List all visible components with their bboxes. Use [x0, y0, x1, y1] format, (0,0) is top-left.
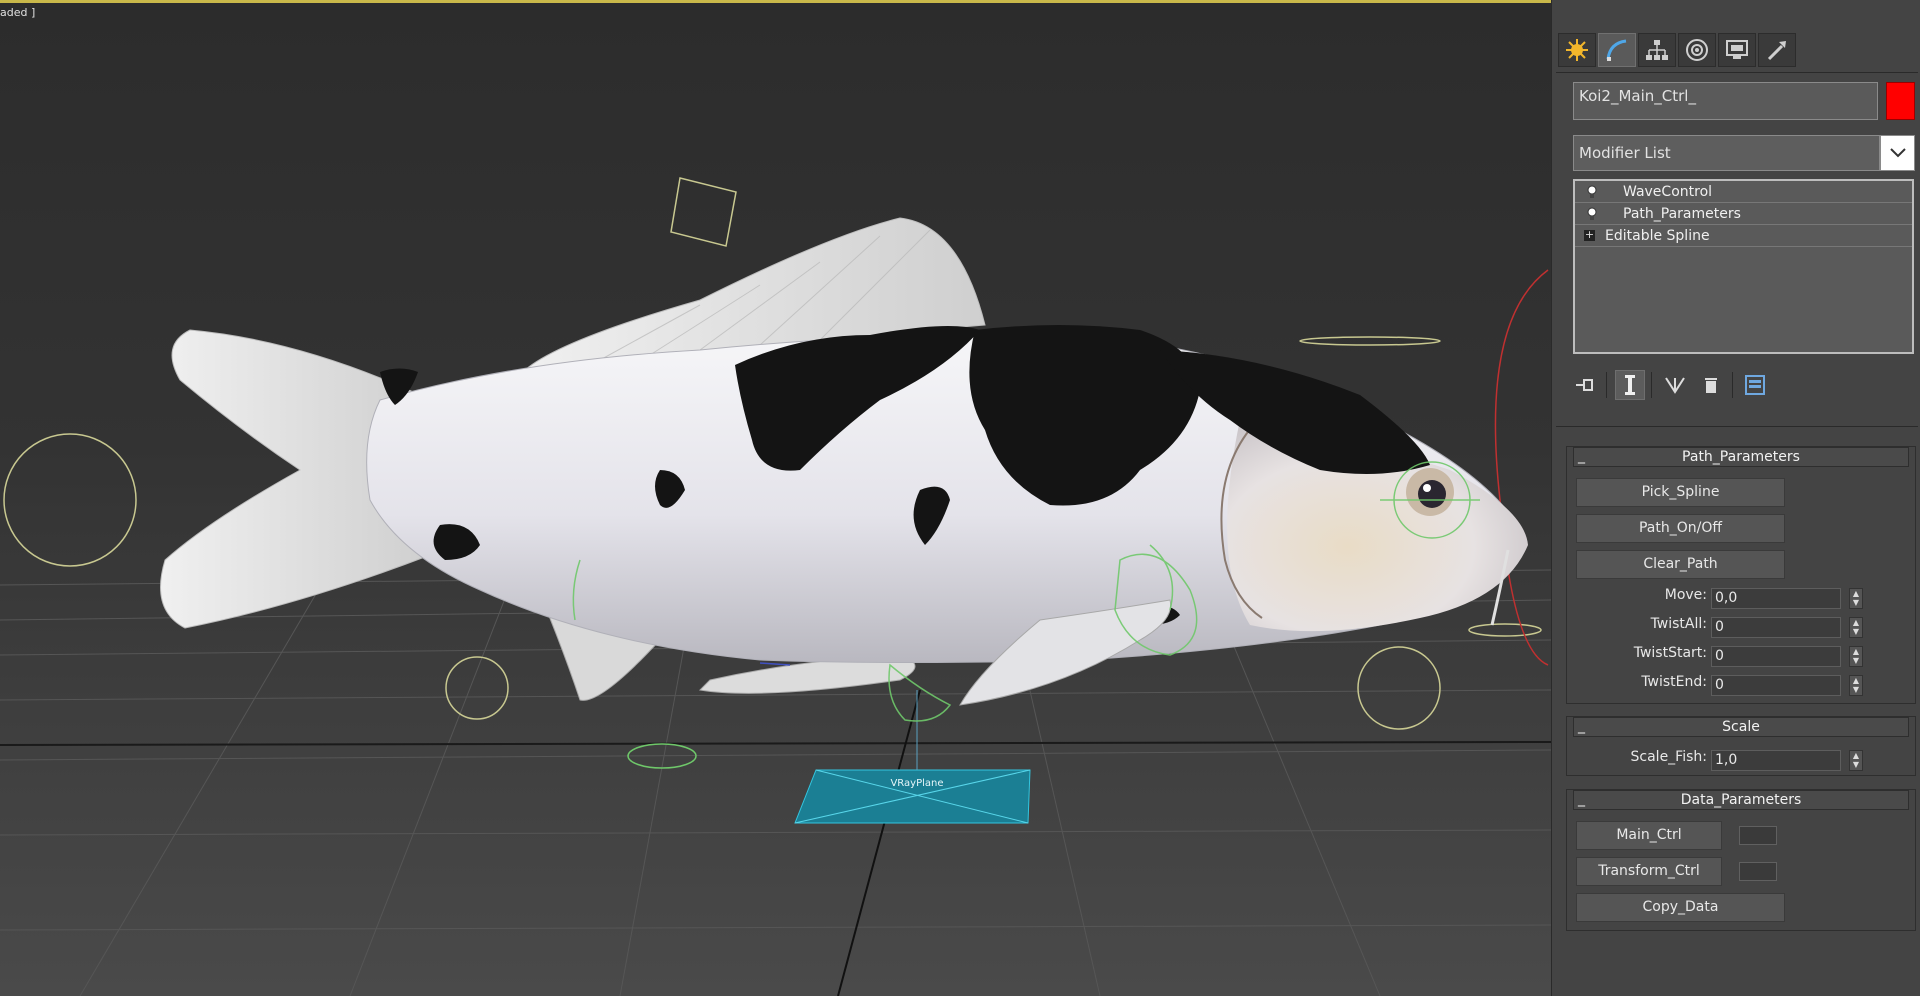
twiststart-spinner-arrows[interactable]: ▲ ▼ [1849, 646, 1863, 667]
twistend-label: TwistEnd: [1641, 674, 1707, 690]
panel-divider [1556, 426, 1918, 427]
show-end-result-button[interactable] [1615, 370, 1645, 400]
rollout-scale: _ Scale Scale_Fish: 1,0 ▲ ▼ [1566, 716, 1916, 776]
modifier-list-arrow[interactable] [1880, 135, 1915, 171]
modifier-stack[interactable]: WaveControl Path_Parameters + Editable S… [1573, 179, 1914, 354]
clear-path-button[interactable]: Clear_Path [1576, 550, 1785, 579]
twistall-label: TwistAll: [1650, 616, 1707, 632]
tab-create[interactable] [1558, 33, 1596, 67]
toolbar-separator [1606, 372, 1607, 398]
rollout-title: Path_Parameters [1682, 449, 1800, 465]
tab-modify[interactable] [1598, 33, 1636, 67]
tab-hierarchy[interactable] [1638, 33, 1676, 67]
vray-plane-label: VRayPlane [890, 778, 943, 789]
perspective-viewport[interactable]: aded ] VRayPlane [0, 0, 1551, 996]
show-end-result-icon [1625, 375, 1635, 395]
configure-sets-icon [1745, 375, 1765, 395]
move-spinner-arrows[interactable]: ▲ ▼ [1849, 588, 1863, 609]
remove-modifier-icon [1705, 378, 1717, 393]
rollout-data-parameters: _ Data_Parameters Main_Ctrl Transform_Ct… [1566, 789, 1916, 931]
toolbar-separator [1732, 372, 1733, 398]
object-color-swatch[interactable] [1886, 82, 1915, 120]
twiststart-label: TwistStart: [1633, 645, 1707, 661]
rollout-header-data-parameters[interactable]: _ Data_Parameters [1573, 790, 1909, 810]
stack-item-wavecontrol[interactable]: WaveControl [1575, 181, 1912, 203]
stack-toolbar [1570, 370, 1777, 400]
tab-motion[interactable] [1678, 33, 1716, 67]
modify-icon [1606, 39, 1627, 61]
chevron-down-icon [1889, 148, 1906, 158]
transform-ctrl-swatch[interactable] [1739, 862, 1777, 881]
collapse-icon[interactable]: _ [1578, 790, 1585, 808]
scale-fish-label: Scale_Fish: [1630, 749, 1707, 765]
main-ctrl-swatch[interactable] [1739, 826, 1777, 845]
pin-stack-button[interactable] [1570, 370, 1600, 400]
hierarchy-icon [1646, 40, 1668, 60]
koi-fish-model [160, 217, 1528, 706]
rollout-title: Scale [1722, 719, 1760, 735]
twistend-spinner[interactable]: 0 [1711, 675, 1841, 696]
pick-spline-button[interactable]: Pick_Spline [1576, 478, 1785, 507]
scale-fish-spinner[interactable]: 1,0 [1711, 750, 1841, 771]
collapse-icon[interactable]: _ [1578, 717, 1585, 735]
tab-display[interactable] [1718, 33, 1756, 67]
make-unique-icon [1665, 377, 1685, 394]
vray-plane: VRayPlane [794, 769, 1031, 824]
stack-item-editable-spline[interactable]: + Editable Spline [1575, 225, 1912, 247]
command-panel-tabs [1558, 33, 1798, 69]
twistend-spinner-arrows[interactable]: ▲ ▼ [1849, 675, 1863, 696]
remove-modifier-button[interactable] [1696, 370, 1726, 400]
lightbulb-icon[interactable] [1585, 207, 1599, 221]
stack-item-label: WaveControl [1623, 183, 1713, 200]
path-onoff-button[interactable]: Path_On/Off [1576, 514, 1785, 543]
collapse-icon[interactable]: _ [1578, 447, 1585, 465]
copy-data-button[interactable]: Copy_Data [1576, 893, 1785, 922]
panel-divider [1556, 72, 1918, 73]
stack-item-path-parameters[interactable]: Path_Parameters [1575, 203, 1912, 225]
motion-icon [1686, 39, 1708, 61]
twistall-spinner[interactable]: 0 [1711, 617, 1841, 638]
create-icon [1566, 39, 1588, 61]
rollout-header-scale[interactable]: _ Scale [1573, 717, 1909, 737]
pin-stack-icon [1576, 379, 1593, 391]
twiststart-spinner[interactable]: 0 [1711, 646, 1841, 667]
stack-item-label: Path_Parameters [1623, 205, 1741, 222]
move-spinner[interactable]: 0,0 [1711, 588, 1841, 609]
expand-plus-icon[interactable]: + [1584, 229, 1595, 241]
lightbulb-icon[interactable] [1585, 185, 1599, 199]
object-name-field[interactable]: Koi2_Main_Ctrl_ [1573, 82, 1878, 120]
viewport-scene: VRayPlane [0, 177, 1551, 996]
rollout-header-path-parameters[interactable]: _ Path_Parameters [1573, 447, 1909, 467]
scale-fish-spinner-arrows[interactable]: ▲ ▼ [1849, 750, 1863, 771]
make-unique-button[interactable] [1660, 370, 1690, 400]
stack-item-label: Editable Spline [1605, 227, 1710, 244]
move-label: Move: [1664, 587, 1707, 603]
command-panel: Koi2_Main_Ctrl_ Modifier List WaveContro… [1551, 0, 1920, 996]
configure-sets-button[interactable] [1741, 370, 1771, 400]
tab-utilities[interactable] [1758, 33, 1796, 67]
main-ctrl-button[interactable]: Main_Ctrl [1576, 821, 1722, 850]
rollout-path-parameters: _ Path_Parameters Pick_Spline Path_On/Of… [1566, 446, 1916, 704]
transform-ctrl-button[interactable]: Transform_Ctrl [1576, 857, 1722, 886]
modifier-list-dropdown[interactable]: Modifier List [1573, 135, 1880, 171]
twistall-spinner-arrows[interactable]: ▲ ▼ [1849, 617, 1863, 638]
toolbar-separator [1651, 372, 1652, 398]
utilities-icon [1767, 41, 1786, 61]
rollout-title: Data_Parameters [1680, 792, 1802, 808]
display-icon [1726, 40, 1748, 59]
